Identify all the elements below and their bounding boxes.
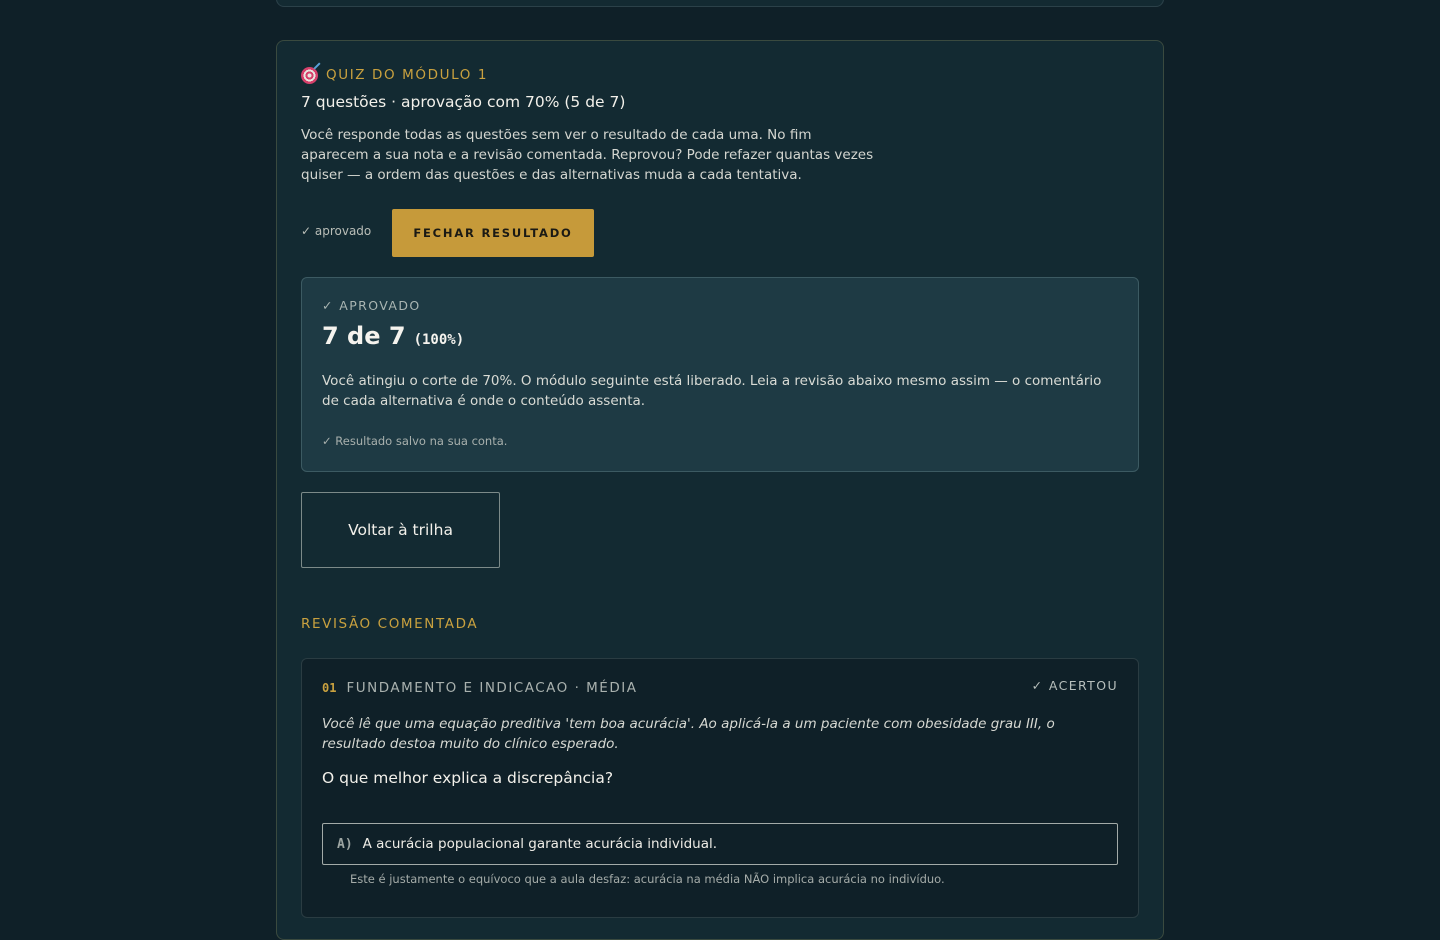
- score-line: 7 de 7 (100%): [322, 322, 464, 350]
- question-status-badge: ✓ ACERTOU: [1031, 678, 1118, 693]
- question-topic: FUNDAMENTO E INDICACAO · MÉDIA: [346, 680, 638, 696]
- score-percent: (100%): [413, 332, 465, 348]
- target-icon: [301, 66, 318, 84]
- question-header: 01 FUNDAMENTO E INDICACAO · MÉDIA: [322, 680, 637, 696]
- option-a[interactable]: A) A acurácia populacional garante acurá…: [322, 823, 1118, 865]
- quiz-subtitle: 7 questões · aprovação com 70% (5 de 7): [301, 93, 626, 111]
- question-prompt: O que melhor explica a discrepância?: [322, 769, 614, 787]
- saved-note: ✓ Resultado salvo na sua conta.: [322, 434, 508, 448]
- score-value: 7 de 7: [322, 322, 406, 350]
- question-scenario: Você lê que uma equação preditiva 'tem b…: [322, 716, 1055, 752]
- close-result-button[interactable]: FECHAR RESULTADO: [392, 209, 594, 257]
- quiz-eyebrow: QUIZ DO MÓDULO 1: [301, 65, 488, 85]
- result-status: ✓ APROVADO: [322, 298, 421, 313]
- question-number: 01: [322, 681, 337, 695]
- option-letter: A): [337, 836, 353, 852]
- result-text: Você atingiu o corte de 70%. O módulo se…: [322, 373, 1102, 409]
- previous-card: [276, 0, 1164, 7]
- approved-indicator: ✓ aprovado: [301, 224, 372, 238]
- back-to-track-button[interactable]: Voltar à trilha: [301, 492, 500, 568]
- option-text: A acurácia populacional garante acurácia…: [362, 836, 718, 852]
- quiz-eyebrow-label: QUIZ DO MÓDULO 1: [326, 67, 489, 83]
- option-comment: Este é justamente o equívoco que a aula …: [350, 872, 945, 886]
- quiz-intro: Você responde todas as questões sem ver …: [301, 127, 874, 183]
- review-section-title: REVISÃO COMENTADA: [301, 616, 479, 632]
